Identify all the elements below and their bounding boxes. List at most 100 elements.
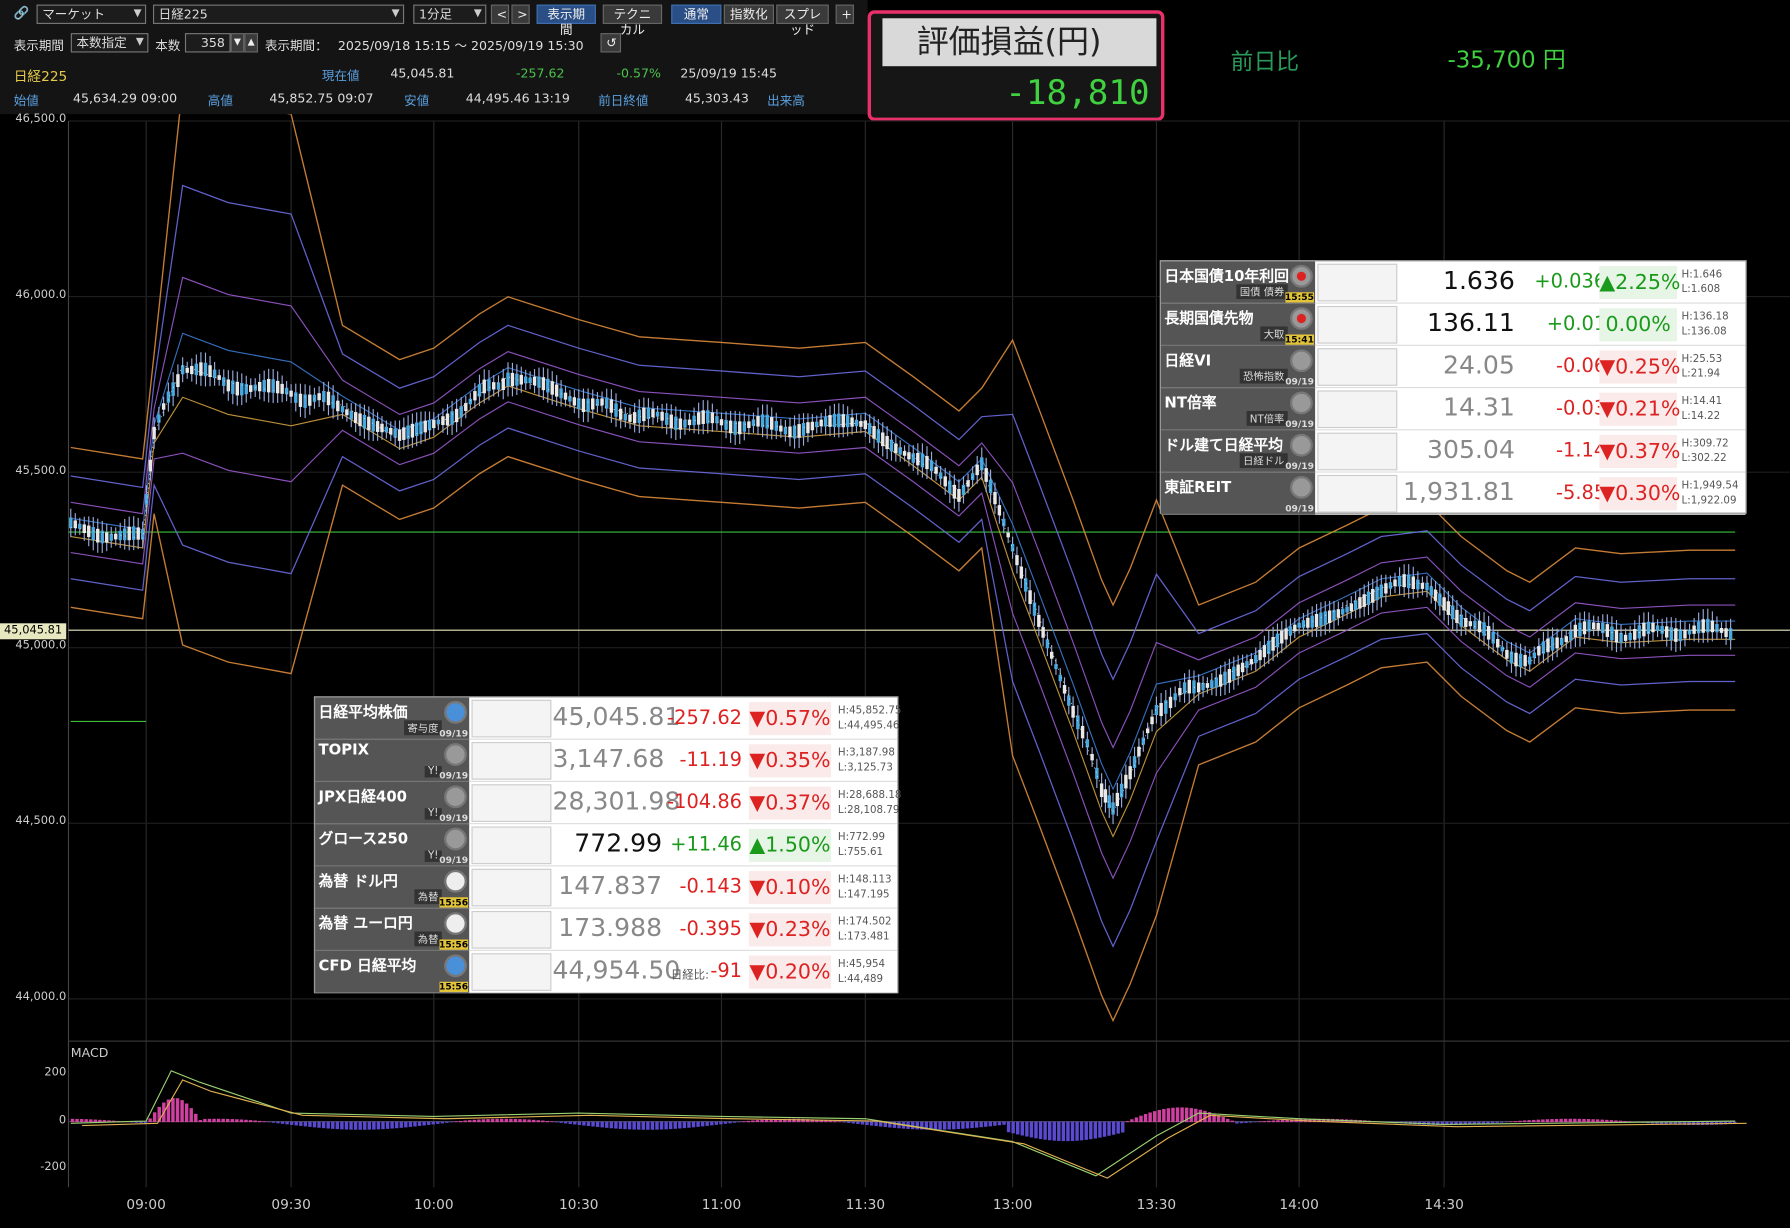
link-icon[interactable]: 🔗 (14, 6, 30, 21)
macd-histogram-bar (847, 1121, 851, 1124)
market-status-icon[interactable] (1289, 391, 1313, 415)
candle-body (312, 394, 317, 402)
macd-histogram-bar (536, 1120, 540, 1123)
market-row[interactable]: 東証REIT 09/19 1,931.81 -5.85 ▼0.30% H:1,949.54… (1160, 472, 1746, 515)
market-status-icon[interactable] (444, 700, 467, 724)
market-row[interactable]: 日本国債10年利回り 国債 債券 15:55 1.636 +0.036 ▲2.25% H:1… (1160, 261, 1746, 304)
market-status-icon[interactable] (444, 912, 467, 935)
market-sub-label: 国債 債券 (1236, 284, 1288, 300)
macd-histogram-bar (1586, 1119, 1591, 1123)
candle-body (1674, 628, 1678, 642)
market-row[interactable]: ドル建て日経平均 日経ドル 09/19 305.04 -1.14 ▼0.37% H:309.… (1160, 430, 1746, 473)
candle-body (1099, 783, 1104, 798)
macd-histogram-bar (646, 1121, 650, 1130)
interval-select[interactable]: 1分足 ▼ (413, 4, 487, 24)
macd-histogram-bar (1143, 1114, 1148, 1123)
candle-body (308, 394, 312, 406)
market-status-icon[interactable] (444, 827, 467, 851)
market-row[interactable]: 長期国債先物 大取 15:41 136.11 +0.01 0.00% H:136.18 L:1… (1160, 303, 1746, 346)
count-input[interactable]: 358 (184, 33, 231, 53)
market-status-icon[interactable] (1289, 307, 1313, 330)
market-row[interactable]: 為替 ユーロ円 為替 15:56 173.988 -0.395 ▼0.23% H:174.5… (315, 908, 898, 951)
prev-button[interactable]: < (490, 4, 510, 24)
count-stepper-up-icon[interactable]: ▲ (244, 33, 258, 53)
normal-button[interactable]: 通常 (671, 4, 722, 24)
market-select[interactable]: マーケット ▼ (36, 4, 147, 24)
candle-body (1397, 575, 1402, 587)
candle-body (957, 488, 961, 502)
candle-body (1528, 656, 1532, 665)
reset-icon[interactable]: ↺ (600, 33, 622, 53)
period-button[interactable]: 表示期間 (536, 4, 596, 38)
market-row[interactable]: NT倍率 NT倍率 09/19 14.31 -0.03 ▼0.21% H:14.41 L:14… (1160, 388, 1746, 431)
market-row[interactable]: 日経平均株価 寄与度 09/19 45,045.81 -257.62 ▼0.57% H:45… (315, 697, 901, 740)
macd-histogram-bar (239, 1119, 244, 1123)
market-status-icon[interactable] (1289, 264, 1313, 288)
add-button[interactable]: + (835, 4, 854, 24)
market-status-icon[interactable] (444, 785, 467, 809)
next-button[interactable]: > (511, 4, 530, 24)
macd-histogram-bar (79, 1119, 84, 1123)
count-stepper-down-icon[interactable]: ▼ (230, 33, 245, 53)
candle-body (289, 390, 293, 397)
symbol-select[interactable]: 日経225 ▼ (152, 4, 405, 24)
candle-body (618, 408, 623, 420)
macd-histogram-bar (668, 1121, 673, 1130)
market-status-icon[interactable] (1289, 349, 1313, 373)
candle-body (203, 362, 208, 377)
count-mode-select[interactable]: 本数指定 ▼ (70, 33, 149, 53)
market-status-icon[interactable] (1289, 476, 1313, 499)
macd-histogram-bar (1093, 1121, 1098, 1139)
market-time: 15:41 (1284, 334, 1314, 345)
market-row[interactable]: CFD 日経平均 15:56 44,954.50 日経比: -91 ▼0.20% H:45,… (315, 950, 898, 994)
market-change: -0.06 (1555, 354, 1607, 378)
macd-histogram-bar (1066, 1121, 1070, 1142)
market-row[interactable]: TOPIX Y! 09/19 3,147.68 -11.19 ▼0.35% H:3,187.… (315, 739, 898, 782)
sparkline (471, 826, 552, 865)
market-status-icon[interactable] (444, 869, 467, 893)
macd-histogram-bar (1550, 1119, 1554, 1123)
index-button[interactable]: 指数化 (723, 4, 774, 24)
macd-histogram-bar (1605, 1119, 1609, 1123)
macd-histogram-bar (1175, 1107, 1180, 1123)
candle-body (1491, 631, 1495, 644)
market-row[interactable]: 為替 ドル円 為替 15:56 147.837 -0.143 ▼0.10% H:148.11… (315, 866, 898, 909)
candle-body (226, 379, 231, 392)
macd-histogram-bar (1075, 1121, 1079, 1141)
macd-histogram-bar (184, 1103, 189, 1123)
candle-body (850, 417, 854, 427)
candle-body (1532, 652, 1536, 658)
market-row[interactable]: 日経VI 恐怖指数 09/19 24.05 -0.06 ▼0.25% H:25.53 L:21… (1160, 345, 1746, 389)
candle-body (1058, 674, 1062, 682)
period-range-label: 表示期間： (264, 38, 328, 54)
market-row[interactable]: JPX日経400 Y! 09/19 28,301.98 -104.86 ▼0.37% H:2… (315, 781, 901, 825)
macd-histogram-bar (1509, 1121, 1513, 1123)
candle-body (1280, 630, 1284, 644)
macd-histogram-bar (696, 1121, 700, 1127)
x-axis-tick-label: 13:00 (992, 1196, 1033, 1213)
x-axis-tick-label: 10:00 (414, 1196, 454, 1213)
low-value: 44,495.46 13:19 (465, 91, 570, 107)
market-row[interactable]: グロース250 Y! 09/19 772.99 +11.46 ▲1.50% H:772.99… (315, 824, 898, 867)
spread-button[interactable]: スプレッド (776, 4, 829, 38)
technical-button[interactable]: テクニカル (602, 4, 663, 38)
market-value: 1.636 (1442, 266, 1515, 296)
macd-histogram-bar (1130, 1119, 1134, 1123)
candle-body (445, 413, 450, 426)
market-status-icon[interactable] (444, 743, 467, 767)
macd-histogram-bar (1025, 1121, 1029, 1137)
market-name: TOPIX Y! 09/19 (315, 739, 470, 782)
macd-histogram-bar (303, 1121, 308, 1127)
macd-signal-line (82, 1079, 1747, 1179)
candle-body (832, 413, 837, 428)
macd-histogram-bar (1057, 1121, 1061, 1141)
market-name-label: 日経平均株価 (318, 704, 408, 722)
candle-body (1411, 576, 1415, 589)
macd-histogram-bar (1258, 1121, 1262, 1123)
macd-histogram-bar (1541, 1119, 1545, 1123)
market-high-low: H:148.113 L:147.195 (838, 873, 892, 903)
market-status-icon[interactable] (1289, 433, 1313, 457)
candle-body (595, 398, 600, 406)
candle-body (1555, 637, 1559, 649)
market-status-icon[interactable] (444, 954, 467, 978)
